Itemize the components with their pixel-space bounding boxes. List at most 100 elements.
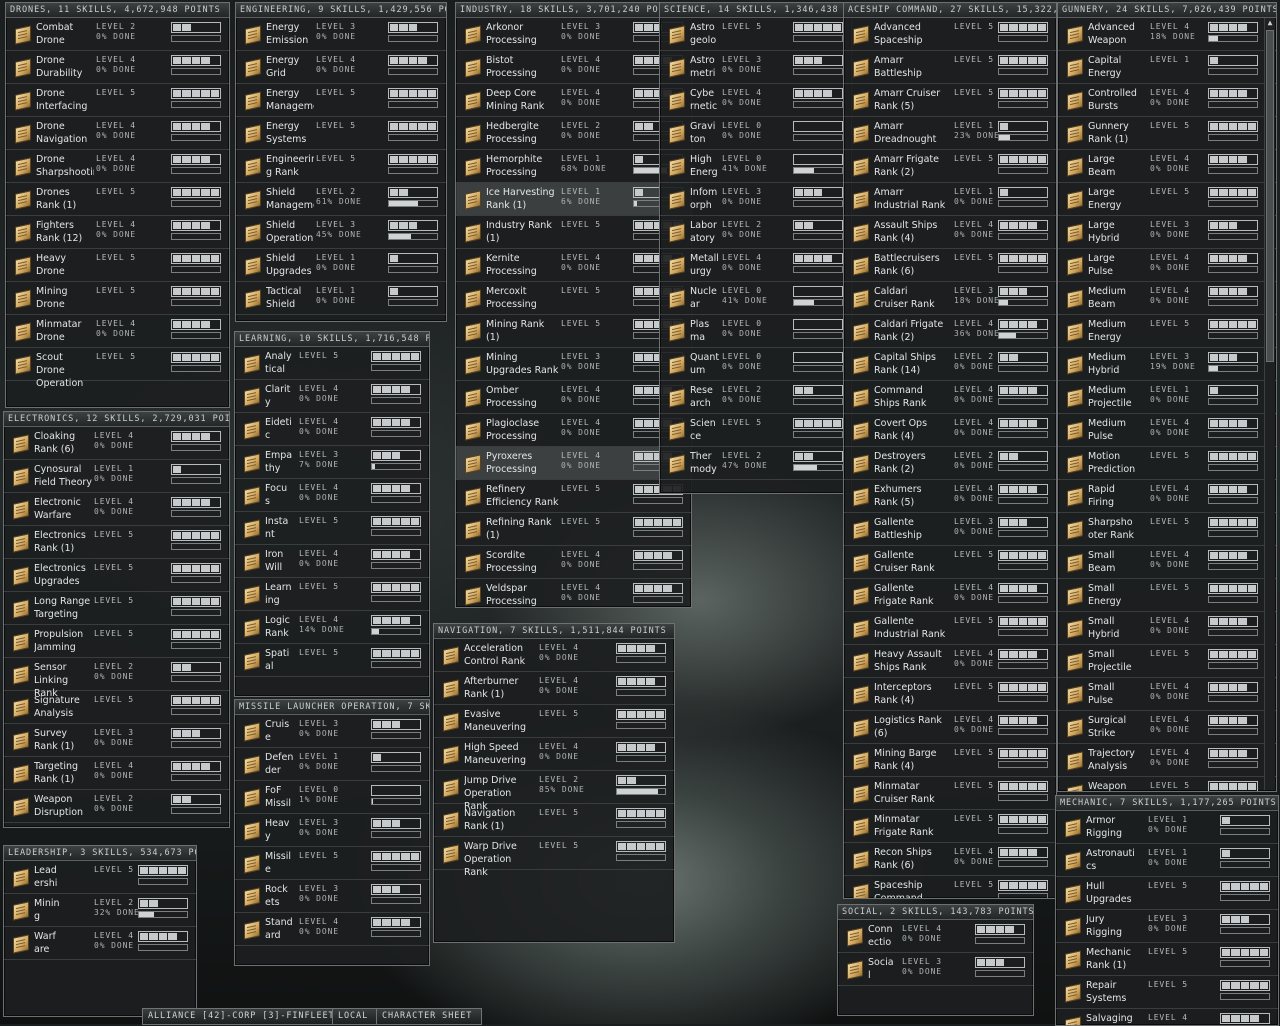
skill-row[interactable]: Gallente BattleshipLEVEL 30% DONE [844, 513, 1056, 546]
skill-row[interactable]: High Speed ManeuveringLEVEL 40% DONE [434, 738, 674, 771]
skill-row[interactable]: Mining Upgrades RankLEVEL 30% DONE [456, 348, 691, 381]
skill-row[interactable]: Gallente Cruiser RankLEVEL 5 [844, 546, 1056, 579]
skill-row[interactable]: Caldari Cruiser RankLEVEL 318% DONE [844, 282, 1056, 315]
skill-row[interactable]: Missil eLEVEL 5 [235, 847, 429, 880]
skill-row[interactable]: Survey Rank (1)LEVEL 30% DONE [4, 724, 229, 757]
skill-row[interactable]: Infom orphLEVEL 30% DONE [660, 183, 851, 216]
skill-row[interactable]: Small ProjectileLEVEL 5 [1058, 645, 1276, 678]
skill-row[interactable]: Cybe rneticLEVEL 40% DONE [660, 84, 851, 117]
skill-row[interactable]: Capital EnergyLEVEL 1 [1058, 51, 1276, 84]
skill-row[interactable]: Motion PredictionLEVEL 5 [1058, 447, 1276, 480]
skill-row[interactable]: Defen derLEVEL 10% DONE [235, 748, 429, 781]
spaceship-command-window[interactable]: ACESHIP COMMAND, 27 SKILLS, 15,322,50Adv… [843, 2, 1057, 899]
window-title[interactable]: GUNNERY, 24 SKILLS, 7,026,439 POINTS [1058, 3, 1276, 18]
skill-row[interactable]: Hemorphite ProcessingLEVEL 168% DONE [456, 150, 691, 183]
skill-row[interactable]: Amarr DreadnoughtLEVEL 123% DONE [844, 117, 1056, 150]
skill-row[interactable]: Scordite ProcessingLEVEL 40% DONE [456, 546, 691, 579]
skill-row[interactable]: Lead ershiLEVEL 5 [4, 861, 196, 894]
taskbar-alliance-chat[interactable]: ALLIANCE [42]-CORP [3]-FINFLEET ... [142, 1008, 340, 1025]
skill-row[interactable]: Industry Rank (1)LEVEL 5 [456, 216, 691, 249]
skill-row[interactable]: SalvagingLEVEL 4 [1056, 1009, 1278, 1026]
skill-row[interactable]: Engineerin g RankLEVEL 5 [236, 150, 446, 183]
skill-row[interactable]: Hull UpgradesLEVEL 5 [1056, 877, 1278, 910]
skill-row[interactable]: Heavy DroneLEVEL 5 [6, 249, 229, 282]
science-window[interactable]: SCIENCE, 14 SKILLS, 1,346,438 POINTSAstr… [659, 2, 852, 494]
skill-row[interactable]: Tactical ShieldLEVEL 10% DONE [236, 282, 446, 315]
window-title[interactable]: MISSILE LAUNCHER OPERATION, 7 SKILLS [235, 700, 429, 715]
skill-row[interactable]: Rese archLEVEL 20% DONE [660, 381, 851, 414]
window-title[interactable]: MECHANIC, 7 SKILLS, 1,177,265 POINTS [1056, 796, 1278, 811]
skill-row[interactable]: Propulsion JammingLEVEL 5 [4, 625, 229, 658]
skill-row[interactable]: Eideti cLEVEL 40% DONE [235, 413, 429, 446]
skill-row[interactable]: Mercoxit ProcessingLEVEL 5 [456, 282, 691, 315]
skill-row[interactable]: Plagioclase ProcessingLEVEL 40% DONE [456, 414, 691, 447]
window-title[interactable]: NAVIGATION, 7 SKILLS, 1,511,844 POINTS [434, 624, 674, 639]
learning-window[interactable]: LEARNING, 10 SKILLS, 1,716,548 POINTAnal… [234, 331, 430, 697]
skill-row[interactable]: Destroyers Rank (2)LEVEL 20% DONE [844, 447, 1056, 480]
skill-row[interactable]: Recon Ships Rank (6)LEVEL 40% DONE [844, 843, 1056, 876]
skill-row[interactable]: Metall urgyLEVEL 40% DONE [660, 249, 851, 282]
skill-row[interactable]: Weapon DisruptionLEVEL 20% DONE [4, 790, 229, 823]
skill-row[interactable]: Cynosural Field TheoryLEVEL 10% DONE [4, 460, 229, 493]
taskbar-local-chat[interactable]: LOCAL [332, 1008, 382, 1025]
taskbar-character-sheet[interactable]: CHARACTER SHEET [376, 1008, 482, 1025]
skill-row[interactable]: Heavy Assault Ships RankLEVEL 40% DONE [844, 645, 1056, 678]
skill-row[interactable]: Evasive ManeuveringLEVEL 5 [434, 705, 674, 738]
skill-row[interactable]: Insta ntLEVEL 5 [235, 512, 429, 545]
skill-row[interactable]: Astronauti csLEVEL 10% DONE [1056, 844, 1278, 877]
engineering-window[interactable]: ENGINEERING, 9 SKILLS, 1,429,556 POINTSE… [235, 2, 447, 322]
skill-row[interactable]: Electronic WarfareLEVEL 40% DONE [4, 493, 229, 526]
electronics-window[interactable]: ELECTRONICS, 12 SKILLS, 2,729,031 POINTS… [3, 411, 230, 828]
skill-row[interactable]: Amarr Cruiser Rank (5)LEVEL 5 [844, 84, 1056, 117]
skill-row[interactable]: Warf areLEVEL 40% DONE [4, 927, 196, 960]
skill-row[interactable]: Refinery Efficiency RankLEVEL 5 [456, 480, 691, 513]
skill-row[interactable]: Plas maLEVEL 00% DONE [660, 315, 851, 348]
skill-row[interactable]: Large PulseLEVEL 40% DONE [1058, 249, 1276, 282]
skill-row[interactable]: Spati alLEVEL 5 [235, 644, 429, 677]
skill-row[interactable]: Small EnergyLEVEL 5 [1058, 579, 1276, 612]
skill-row[interactable]: Nucle arLEVEL 041% DONE [660, 282, 851, 315]
skill-row[interactable]: Sharpsho oter RankLEVEL 5 [1058, 513, 1276, 546]
scroll-thumb[interactable] [1266, 30, 1274, 362]
skill-row[interactable]: Small BeamLEVEL 40% DONE [1058, 546, 1276, 579]
skill-row[interactable]: Mechanic Rank (1)LEVEL 5 [1056, 943, 1278, 976]
skill-row[interactable]: Amarr Frigate Rank (2)LEVEL 5 [844, 150, 1056, 183]
skill-row[interactable]: Learn ingLEVEL 5 [235, 578, 429, 611]
skill-row[interactable]: Clarit yLEVEL 40% DONE [235, 380, 429, 413]
skill-row[interactable]: Covert Ops Rank (4)LEVEL 40% DONE [844, 414, 1056, 447]
skill-row[interactable]: Rapid FiringLEVEL 40% DONE [1058, 480, 1276, 513]
skill-row[interactable]: Deep Core Mining RankLEVEL 40% DONE [456, 84, 691, 117]
skill-row[interactable]: Jump Drive Operation RankLEVEL 285% DONE [434, 771, 674, 804]
skill-row[interactable]: Mining Barge Rank (4)LEVEL 5 [844, 744, 1056, 777]
skill-row[interactable]: Large BeamLEVEL 40% DONE [1058, 150, 1276, 183]
skill-row[interactable]: Stand ardLEVEL 40% DONE [235, 913, 429, 946]
window-title[interactable]: ELECTRONICS, 12 SKILLS, 2,729,031 POINTS [4, 412, 229, 427]
skill-row[interactable]: Medium PulseLEVEL 40% DONE [1058, 414, 1276, 447]
skill-row[interactable]: Electronics Rank (1)LEVEL 5 [4, 526, 229, 559]
window-title[interactable]: DRONES, 11 SKILLS, 4,672,948 POINTS [6, 3, 229, 18]
window-title[interactable]: INDUSTRY, 18 SKILLS, 3,701,240 POINTS [456, 3, 691, 18]
skill-row[interactable]: Amarr Industrial RankLEVEL 10% DONE [844, 183, 1056, 216]
skill-row[interactable]: Medium HybridLEVEL 319% DONE [1058, 348, 1276, 381]
skill-row[interactable]: Energy ManagemeLEVEL 5 [236, 84, 446, 117]
skill-row[interactable]: Minin gLEVEL 232% DONE [4, 894, 196, 927]
skill-row[interactable]: Targeting Rank (1)LEVEL 40% DONE [4, 757, 229, 790]
skill-row[interactable]: Exhumers Rank (5)LEVEL 40% DONE [844, 480, 1056, 513]
skill-row[interactable]: Large EnergyLEVEL 5 [1058, 183, 1276, 216]
skill-row[interactable]: Mining DroneLEVEL 5 [6, 282, 229, 315]
skill-row[interactable]: Small PulseLEVEL 40% DONE [1058, 678, 1276, 711]
skill-row[interactable]: Afterburner Rank (1)LEVEL 40% DONE [434, 672, 674, 705]
skill-row[interactable]: Gallente Frigate RankLEVEL 40% DONE [844, 579, 1056, 612]
skill-row[interactable]: Repair SystemsLEVEL 5 [1056, 976, 1278, 1009]
skill-row[interactable]: Empa thyLEVEL 37% DONE [235, 446, 429, 479]
skill-row[interactable]: Spaceship CommandLEVEL 5 [844, 876, 1056, 899]
skill-row[interactable]: Acceleration Control RankLEVEL 40% DONE [434, 639, 674, 672]
skill-row[interactable]: Trajectory AnalysisLEVEL 40% DONE [1058, 744, 1276, 777]
skill-row[interactable]: Quant umLEVEL 00% DONE [660, 348, 851, 381]
skill-row[interactable]: Minmatar Cruiser RankLEVEL 5 [844, 777, 1056, 810]
skill-row[interactable]: Minmatar DroneLEVEL 40% DONE [6, 315, 229, 348]
skill-row[interactable]: Mining Rank (1)LEVEL 5 [456, 315, 691, 348]
skill-row[interactable]: Navigation Rank (1)LEVEL 5 [434, 804, 674, 837]
skill-row[interactable]: Arkonor ProcessingLEVEL 30% DONE [456, 18, 691, 51]
window-title[interactable]: LEARNING, 10 SKILLS, 1,716,548 POINT [235, 332, 429, 347]
